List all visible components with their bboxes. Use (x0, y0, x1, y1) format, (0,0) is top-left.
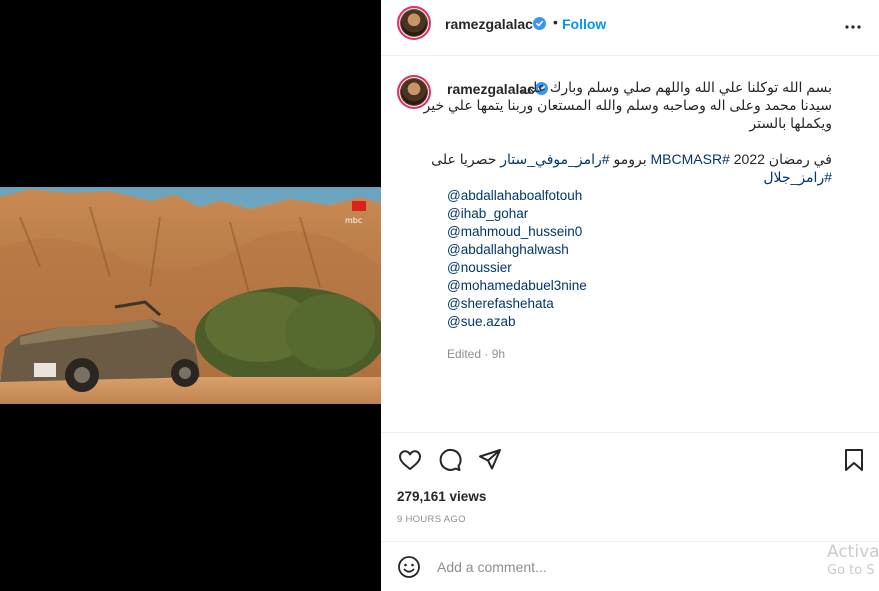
follow-button[interactable]: Follow (562, 16, 606, 32)
header-separator: • (553, 14, 558, 30)
promo-text-after: حصريا على (431, 151, 501, 167)
hashtag-ramez-movie-star[interactable]: #رامز_موفي_ستار (500, 151, 609, 167)
mentions-list: @abdallahaboalfotouh @ihab_gohar @mahmou… (447, 187, 587, 331)
more-options-icon[interactable] (841, 15, 865, 39)
bookmark-icon[interactable] (841, 447, 867, 473)
verified-badge-icon (533, 17, 546, 30)
watermark-subtitle: Go to S (827, 563, 875, 578)
mention-link[interactable]: @sherefashehata (447, 295, 587, 313)
mention-link[interactable]: @sue.azab (447, 313, 587, 331)
hashtag-ramez-galal[interactable]: #رامز_جلال (447, 169, 832, 186)
promo-line: في رمضان 2022 #MBCMASR برومو #رامز_موفي_… (431, 151, 832, 168)
caption-line-3: ويكملها بالستر (749, 115, 832, 131)
post-info-panel: ramezgalalac • Follow ramezgalalac بسم ا… (381, 0, 879, 591)
media-panel: mbc (0, 0, 381, 591)
author-username[interactable]: ramezgalalac (445, 16, 533, 32)
caption-line-1: بسم الله توكلنا علي الله واللهم صلي وسلم… (521, 79, 832, 95)
mention-link[interactable]: @abdallahghalwash (447, 241, 587, 259)
heart-icon[interactable] (397, 447, 423, 473)
caption-area: ramezgalalac بسم الله توكلنا علي الله وا… (381, 57, 879, 432)
comment-bar (381, 541, 879, 591)
watermark-title: Activa (827, 542, 879, 562)
mention-link[interactable]: @noussier (447, 259, 587, 277)
promo-text-mid: برومو (609, 151, 651, 167)
comment-icon[interactable] (437, 447, 463, 473)
promo-text-before: في رمضان 2022 (729, 151, 832, 167)
views-count[interactable]: 279,161 views (397, 489, 486, 504)
video-player[interactable]: mbc (0, 187, 381, 404)
video-frame-image: mbc (0, 187, 381, 404)
hashtag-mbcmasr[interactable]: #MBCMASR (651, 151, 730, 167)
caption-line-2: سيدنا محمد وعلى اله وصاحبه وسلم والله ال… (423, 97, 832, 113)
mention-link[interactable]: @abdallahaboalfotouh (447, 187, 587, 205)
action-bar (381, 432, 879, 484)
share-icon[interactable] (477, 447, 503, 473)
emoji-icon[interactable] (397, 555, 421, 579)
post-timestamp[interactable]: 9 HOURS AGO (397, 514, 466, 525)
mention-link[interactable]: @mohamedabuel3nine (447, 277, 587, 295)
mention-link[interactable]: @mahmoud_hussein0 (447, 223, 587, 241)
edited-timestamp: Edited · 9h (447, 347, 506, 361)
post-header: ramezgalalac • Follow (381, 0, 879, 56)
channel-logo-text: mbc (345, 216, 362, 225)
author-avatar[interactable] (397, 6, 431, 40)
windows-activation-watermark: Activa Go to S (827, 542, 879, 578)
comment-input[interactable] (437, 554, 797, 580)
mention-link[interactable]: @ihab_gohar (447, 205, 587, 223)
channel-logo-mark (352, 201, 366, 211)
